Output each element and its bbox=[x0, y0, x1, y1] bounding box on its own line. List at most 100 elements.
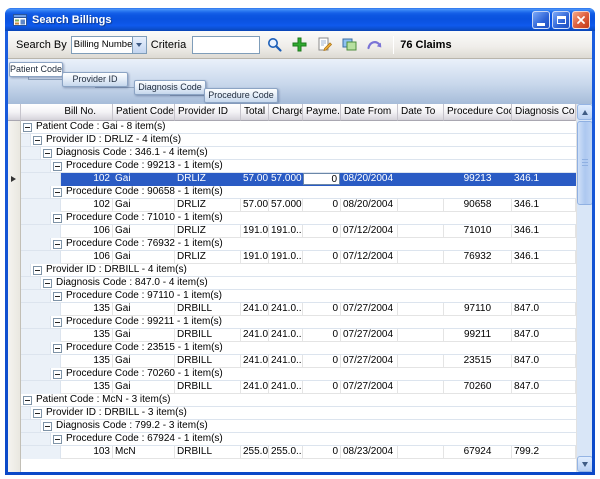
cell-procedure-code[interactable]: 71010 bbox=[444, 225, 512, 238]
group-row[interactable]: Patient Code : McN - 3 item(s) bbox=[21, 394, 576, 407]
column-header-provider-id[interactable]: Provider ID bbox=[175, 104, 241, 121]
group-row[interactable]: Diagnosis Code : 847.0 - 4 item(s) bbox=[21, 277, 576, 290]
collapse-icon[interactable] bbox=[53, 318, 62, 327]
cell-bill-no[interactable]: 103 bbox=[61, 446, 113, 459]
cell-date-to[interactable] bbox=[398, 303, 444, 316]
cell-date-to[interactable] bbox=[398, 225, 444, 238]
group-row[interactable]: Procedure Code : 67924 - 1 item(s) bbox=[21, 433, 576, 446]
cell-procedure-code[interactable]: 99213 bbox=[444, 173, 512, 186]
group-by-diagnosis-code[interactable]: Diagnosis Code bbox=[134, 80, 206, 95]
cell-provider-id[interactable]: DRBILL bbox=[175, 381, 241, 394]
collapse-icon[interactable] bbox=[43, 149, 52, 158]
collapse-icon[interactable] bbox=[53, 435, 62, 444]
cell-date-to[interactable] bbox=[398, 355, 444, 368]
cell-total[interactable]: 241.0... bbox=[241, 329, 269, 342]
cell-diagnosis-code[interactable]: 346.1 bbox=[512, 251, 576, 264]
cell-procedure-code[interactable]: 67924 bbox=[444, 446, 512, 459]
cell-total[interactable]: 255.0... bbox=[241, 446, 269, 459]
cell-patient-code[interactable]: Gai bbox=[113, 329, 175, 342]
collapse-icon[interactable] bbox=[53, 214, 62, 223]
cell-diagnosis-code[interactable]: 847.0 bbox=[512, 381, 576, 394]
cell-date-from[interactable]: 07/27/2004 bbox=[341, 303, 398, 316]
group-by-procedure-code[interactable]: Procedure Code bbox=[204, 88, 278, 103]
table-row[interactable]: 102GaiDRLIZ57.00...57.0000008/20/2004906… bbox=[21, 199, 576, 212]
cell-patient-code[interactable]: Gai bbox=[113, 355, 175, 368]
cell-payme[interactable]: 0 bbox=[303, 199, 341, 212]
cell-date-from[interactable]: 07/27/2004 bbox=[341, 329, 398, 342]
collapse-icon[interactable] bbox=[53, 240, 62, 249]
collapse-icon[interactable] bbox=[43, 279, 52, 288]
cell-bill-no[interactable]: 106 bbox=[61, 251, 113, 264]
cell-procedure-code[interactable]: 99211 bbox=[444, 329, 512, 342]
cell-bill-no[interactable]: 135 bbox=[61, 303, 113, 316]
cell-patient-code[interactable]: Gai bbox=[113, 225, 175, 238]
cell-patient-code[interactable]: Gai bbox=[113, 173, 175, 186]
cell-patient-code[interactable]: Gai bbox=[113, 381, 175, 394]
submit-button[interactable] bbox=[363, 34, 385, 56]
collapse-icon[interactable] bbox=[53, 370, 62, 379]
group-row[interactable]: Provider ID : DRLIZ - 4 item(s) bbox=[21, 134, 576, 147]
cell-payme[interactable]: 0 bbox=[303, 446, 341, 459]
cell-procedure-code[interactable]: 23515 bbox=[444, 355, 512, 368]
cell-diagnosis-code[interactable]: 847.0 bbox=[512, 329, 576, 342]
column-header-date-to[interactable]: Date To bbox=[398, 104, 444, 121]
group-row[interactable]: Procedure Code : 70260 - 1 item(s) bbox=[21, 368, 576, 381]
cell-provider-id[interactable]: DRBILL bbox=[175, 329, 241, 342]
cell-provider-id[interactable]: DRLIZ bbox=[175, 225, 241, 238]
cell-diagnosis-code[interactable]: 346.1 bbox=[512, 199, 576, 212]
cell-payme[interactable]: 0 bbox=[303, 355, 341, 368]
cell-charges[interactable]: 241.0... bbox=[269, 381, 303, 394]
row-selector-gutter[interactable] bbox=[8, 121, 21, 472]
column-header-date-from[interactable]: Date From bbox=[341, 104, 398, 121]
table-row[interactable]: 135GaiDRBILL241.0...241.0...007/27/20049… bbox=[21, 303, 576, 316]
table-row[interactable]: 103McNDRBILL255.0...255.0...008/23/20046… bbox=[21, 446, 576, 459]
title-bar[interactable]: Search Billings bbox=[5, 8, 595, 31]
cell-payme[interactable]: 0 bbox=[303, 303, 341, 316]
scroll-thumb[interactable] bbox=[577, 121, 592, 205]
collapse-icon[interactable] bbox=[33, 266, 42, 275]
cell-charges[interactable]: 191.0... bbox=[269, 225, 303, 238]
group-row[interactable]: Procedure Code : 76932 - 1 item(s) bbox=[21, 238, 576, 251]
collapse-icon[interactable] bbox=[53, 292, 62, 301]
edit-button[interactable] bbox=[313, 34, 335, 56]
cell-date-from[interactable]: 08/23/2004 bbox=[341, 446, 398, 459]
cell-diagnosis-code[interactable]: 346.1 bbox=[512, 173, 576, 186]
cell-payme[interactable]: 0 bbox=[303, 329, 341, 342]
group-row[interactable]: Procedure Code : 23515 - 1 item(s) bbox=[21, 342, 576, 355]
cell-total[interactable]: 191.0... bbox=[241, 251, 269, 264]
column-header-diagnosis-code[interactable]: Diagnosis Code bbox=[512, 104, 576, 121]
column-header-total[interactable]: Total bbox=[241, 104, 269, 121]
cell-total[interactable]: 191.0... bbox=[241, 225, 269, 238]
group-row[interactable]: Procedure Code : 99211 - 1 item(s) bbox=[21, 316, 576, 329]
cell-bill-no[interactable]: 102 bbox=[61, 173, 113, 186]
cell-provider-id[interactable]: DRBILL bbox=[175, 446, 241, 459]
cell-procedure-code[interactable]: 76932 bbox=[444, 251, 512, 264]
collapse-icon[interactable] bbox=[43, 422, 52, 431]
cell-provider-id[interactable]: DRLIZ bbox=[175, 173, 241, 186]
cell-date-from[interactable]: 07/27/2004 bbox=[341, 355, 398, 368]
cell-diagnosis-code[interactable]: 799.2 bbox=[512, 446, 576, 459]
cell-date-to[interactable] bbox=[398, 329, 444, 342]
cell-date-from[interactable]: 08/20/2004 bbox=[341, 199, 398, 212]
cell-provider-id[interactable]: DRLIZ bbox=[175, 251, 241, 264]
collapse-icon[interactable] bbox=[33, 136, 42, 145]
preview-button[interactable] bbox=[338, 34, 360, 56]
column-header-charges[interactable]: Charges bbox=[269, 104, 303, 121]
table-row[interactable]: 135GaiDRBILL241.0...241.0...007/27/20047… bbox=[21, 381, 576, 394]
table-row[interactable]: 106GaiDRLIZ191.0...191.0...007/12/200476… bbox=[21, 251, 576, 264]
search-button[interactable] bbox=[263, 34, 285, 56]
chevron-down-icon[interactable] bbox=[132, 37, 146, 53]
cell-payme[interactable]: 0 bbox=[303, 381, 341, 394]
cell-date-from[interactable]: 07/27/2004 bbox=[341, 381, 398, 394]
group-row[interactable]: Patient Code : Gai - 8 item(s) bbox=[21, 121, 576, 134]
cell-total[interactable]: 241.0... bbox=[241, 355, 269, 368]
column-header-payme[interactable]: Payme... bbox=[303, 104, 341, 121]
collapse-icon[interactable] bbox=[23, 396, 32, 405]
cell-patient-code[interactable]: Gai bbox=[113, 303, 175, 316]
collapse-icon[interactable] bbox=[33, 409, 42, 418]
cell-bill-no[interactable]: 106 bbox=[61, 225, 113, 238]
group-by-panel[interactable]: Patient CodeProvider IDDiagnosis CodePro… bbox=[8, 59, 592, 104]
cell-payme[interactable]: 0 bbox=[303, 173, 341, 186]
add-button[interactable] bbox=[288, 34, 310, 56]
search-by-dropdown[interactable]: Billing Number bbox=[71, 36, 147, 54]
